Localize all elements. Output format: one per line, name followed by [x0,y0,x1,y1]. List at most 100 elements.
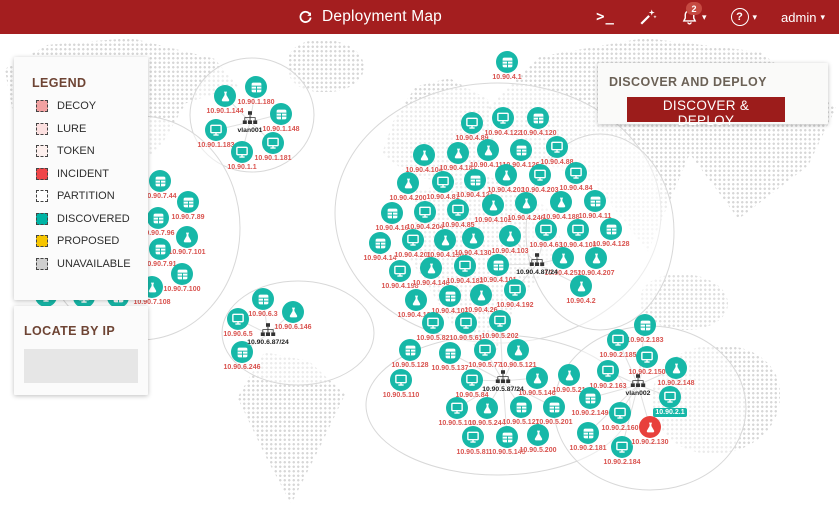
map-node[interactable] [476,397,498,419]
map-node[interactable] [546,136,568,158]
map-node[interactable] [214,85,236,107]
map-node[interactable] [405,289,427,311]
map-node[interactable] [369,232,391,254]
refresh-icon[interactable] [298,10,313,25]
map-node[interactable] [461,369,483,391]
map-node[interactable] [552,247,574,269]
map-node[interactable] [270,103,292,125]
map-node[interactable] [413,144,435,166]
map-node[interactable] [454,255,476,277]
map-node[interactable] [149,238,171,260]
map-node[interactable] [462,426,484,448]
map-node[interactable] [432,171,454,193]
map-node[interactable] [489,310,511,332]
map-node[interactable] [600,218,622,240]
map-node[interactable] [529,164,551,186]
map-node[interactable] [527,424,549,446]
map-node[interactable] [176,226,198,248]
map-node[interactable] [550,191,572,213]
map-node[interactable] [659,386,681,408]
map-node[interactable] [496,426,518,448]
map-node[interactable] [609,402,631,424]
map-node[interactable] [585,247,607,269]
map-node[interactable] [205,119,227,141]
map-node[interactable] [171,263,193,285]
map-node[interactable] [584,190,606,212]
map-node[interactable] [147,207,169,229]
cluster-hub[interactable] [495,370,511,389]
notifications-button[interactable]: 2 ▾ [681,8,707,26]
map-node[interactable] [461,112,483,134]
map-node[interactable] [567,219,589,241]
map-node[interactable] [439,342,461,364]
map-node[interactable] [611,436,633,458]
map-node[interactable] [504,279,526,301]
terminal-icon[interactable]: >_ [596,9,615,25]
map-node[interactable] [499,225,521,247]
map-node[interactable] [526,367,548,389]
map-node[interactable] [422,312,444,334]
map-node-incident[interactable] [639,416,661,438]
map-node[interactable] [390,369,412,391]
map-node[interactable] [439,285,461,307]
map-node[interactable] [227,308,249,330]
map-node[interactable] [487,254,509,276]
map-node[interactable] [399,339,421,361]
admin-menu[interactable]: admin ▾ [781,10,825,25]
help-button[interactable]: ? ▾ [731,8,758,26]
map-node[interactable] [177,191,199,213]
map-node[interactable] [634,314,656,336]
map-node[interactable] [543,396,565,418]
map-node[interactable] [389,260,411,282]
map-node[interactable] [245,76,267,98]
map-node[interactable] [636,346,658,368]
map-node[interactable] [447,142,469,164]
map-node[interactable] [447,199,469,221]
map-node[interactable] [455,312,477,334]
locate-by-ip-input[interactable] [24,349,138,383]
map-node[interactable] [510,396,532,418]
map-node[interactable] [515,192,537,214]
map-node[interactable] [470,284,492,306]
map-node[interactable] [665,357,687,379]
map-node[interactable] [252,288,274,310]
map-node[interactable] [262,132,284,154]
map-node[interactable] [597,360,619,382]
cluster-hub[interactable] [260,323,276,342]
map-node[interactable] [282,301,304,323]
map-node[interactable] [231,141,253,163]
map-node[interactable] [462,227,484,249]
map-node[interactable] [577,422,599,444]
cluster-hub[interactable] [242,111,258,130]
map-node[interactable] [495,164,517,186]
map-node[interactable] [570,275,592,297]
map-node[interactable] [496,51,518,73]
map-node[interactable] [414,201,436,223]
map-node[interactable] [402,229,424,251]
map-node[interactable] [527,107,549,129]
decoy-monitor-icon [539,223,553,237]
cluster-hub[interactable] [529,253,545,272]
map-node[interactable] [535,219,557,241]
map-node[interactable] [397,172,419,194]
map-node[interactable] [477,139,499,161]
map-node[interactable] [607,329,629,351]
cluster-hub[interactable] [630,374,646,393]
discover-deploy-button[interactable]: DISCOVER & DEPLOY [627,97,785,122]
map-node[interactable] [149,170,171,192]
map-node[interactable] [420,257,442,279]
map-node[interactable] [492,107,514,129]
map-node[interactable] [558,364,580,386]
map-node[interactable] [381,202,403,224]
map-node[interactable] [434,229,456,251]
map-node[interactable] [474,339,496,361]
map-node[interactable] [579,387,601,409]
map-node[interactable] [464,169,486,191]
wand-icon[interactable] [639,8,657,26]
map-node[interactable] [231,341,253,363]
map-node[interactable] [565,162,587,184]
map-node[interactable] [446,397,468,419]
map-node[interactable] [510,139,532,161]
map-node[interactable] [482,194,504,216]
map-node[interactable] [507,339,529,361]
